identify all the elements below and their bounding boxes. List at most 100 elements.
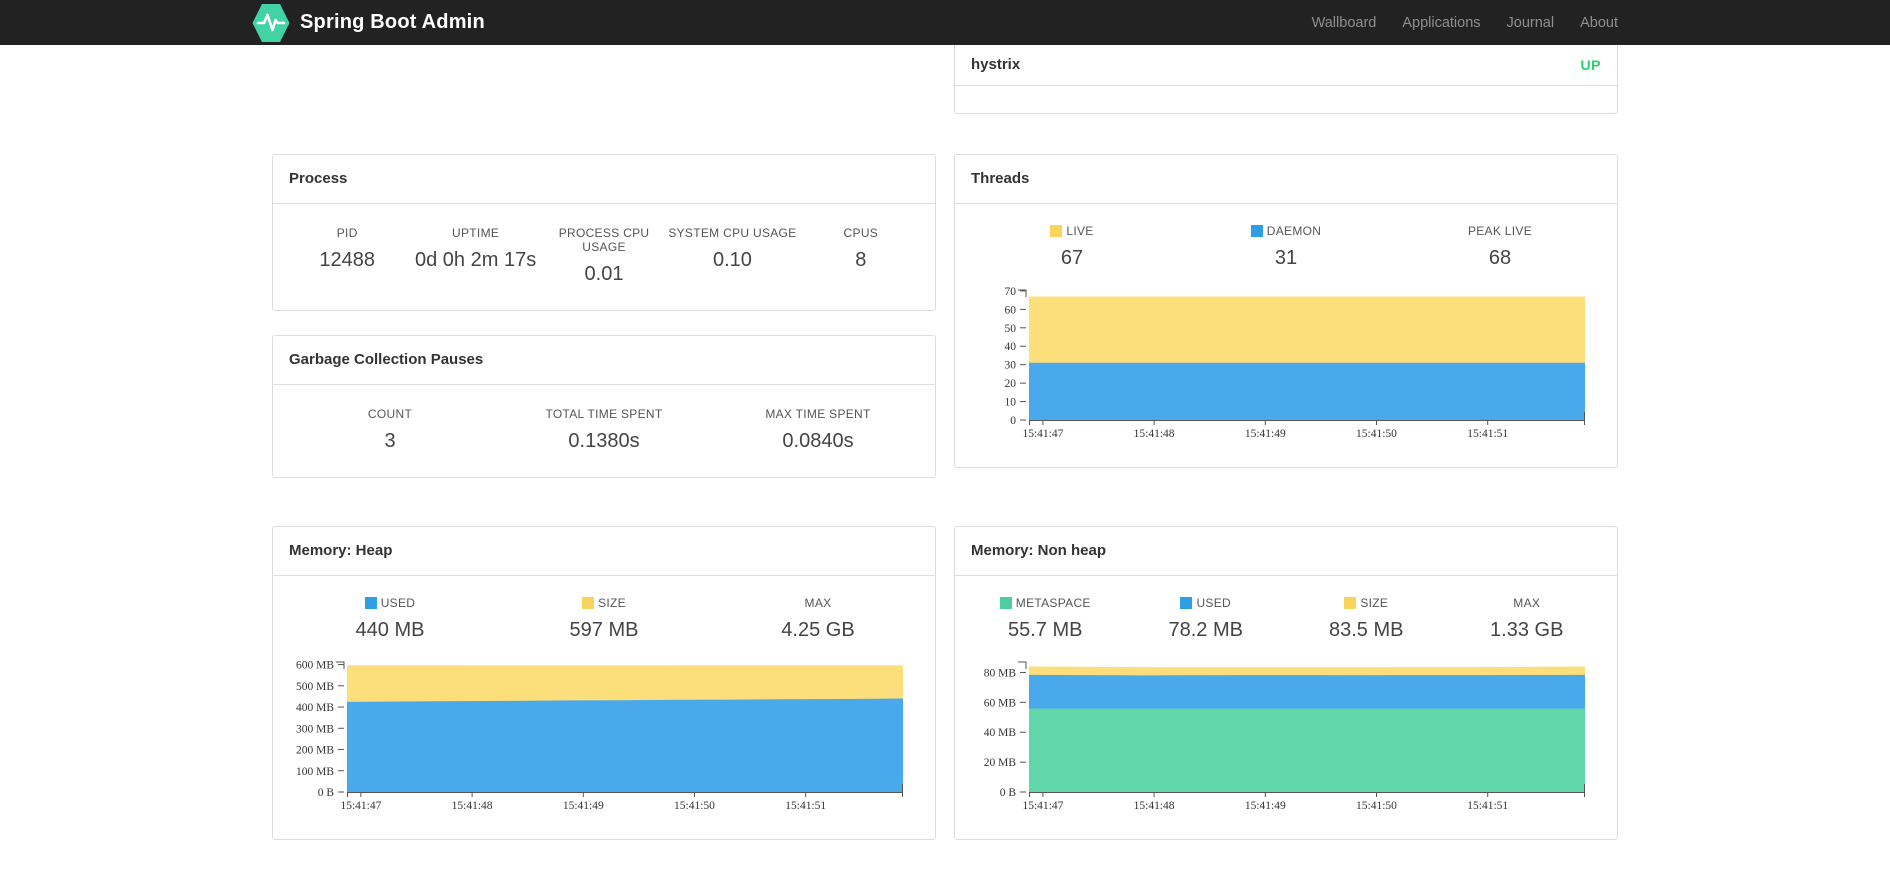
- stat-cpus: CPUS 8: [797, 226, 925, 286]
- svg-text:300 MB: 300 MB: [296, 723, 334, 735]
- gc-pauses-card: Garbage Collection Pauses COUNT 3 TOTAL …: [272, 335, 936, 478]
- memory-nonheap-chart: 15:41:47 15:41:48 15:41:49 15:41:50 15:41:51…: [984, 661, 1585, 812]
- threads-stats: LIVE 67 DAEMON 31 PEAK LIVE 68: [955, 204, 1617, 274]
- stat-metaspace-label: METASPACE: [965, 596, 1126, 610]
- heap-used-legend-swatch-icon: [364, 597, 377, 609]
- application-row-hystrix[interactable]: hystrix UP: [955, 45, 1617, 86]
- stat-gc-max-time-label: MAX TIME SPENT: [765, 407, 871, 421]
- applications-status-card: hystrix UP: [954, 45, 1618, 114]
- stat-system-cpu-label: SYSTEM CPU USAGE: [668, 226, 797, 240]
- navbar: Spring Boot Admin Wallboard Applications…: [0, 0, 1890, 45]
- page: Spring Boot Admin Wallboard Applications…: [0, 0, 1890, 892]
- stat-nonheap-max-text: MAX: [1513, 596, 1541, 610]
- svg-text:0 B: 0 B: [318, 787, 335, 799]
- nav-item-applications[interactable]: Applications: [1389, 15, 1493, 31]
- memory-heap-card: Memory: Heap USED 440 MB SIZE 597 MB MAX…: [272, 526, 936, 840]
- nav-item-journal[interactable]: Journal: [1494, 15, 1568, 31]
- stat-threads-peak-value: 68: [1488, 247, 1512, 269]
- svg-text:15:41:49: 15:41:49: [1245, 428, 1286, 440]
- brand[interactable]: Spring Boot Admin: [251, 3, 485, 43]
- nav-item-about[interactable]: About: [1567, 15, 1618, 31]
- stat-threads-live-value: 67: [1060, 247, 1084, 269]
- card-spacer: [955, 86, 1617, 113]
- stat-metaspace-text: METASPACE: [1015, 596, 1091, 610]
- stat-nonheap-max-label: MAX: [1447, 596, 1608, 610]
- stat-process-cpu: PROCESS CPU USAGE 0.01: [540, 226, 668, 286]
- stat-gc-max-time-value: 0.0840s: [782, 430, 854, 452]
- stat-threads-peak: PEAK LIVE 68: [1393, 224, 1607, 270]
- process-card-title: Process: [273, 155, 935, 204]
- stat-threads-live-label: LIVE: [965, 224, 1179, 238]
- process-card: Process PID 12488 UPTIME 0d 0h 2m 17s PR…: [272, 154, 936, 311]
- threads-chart: 15:41:47 15:41:48 15:41:49 15:41:50 15:41:51…: [1005, 286, 1585, 440]
- stat-heap-max-text: MAX: [804, 596, 832, 610]
- svg-text:15:41:51: 15:41:51: [1467, 800, 1508, 812]
- nav-links: Wallboard Applications Journal About: [1299, 15, 1618, 31]
- stat-gc-total-time-value: 0.1380s: [568, 430, 640, 452]
- stat-nonheap-size: SIZE 83.5 MB: [1286, 596, 1447, 642]
- stat-gc-count-value: 3: [384, 430, 396, 452]
- stat-heap-size-value: 597 MB: [569, 619, 639, 641]
- stat-heap-size-label: SIZE: [497, 596, 711, 610]
- svg-text:200 MB: 200 MB: [296, 745, 334, 757]
- stat-nonheap-size-label: SIZE: [1286, 596, 1447, 610]
- stat-process-cpu-label: PROCESS CPU USAGE: [558, 226, 650, 254]
- stat-gc-total-time: TOTAL TIME SPENT 0.1380s: [497, 407, 711, 453]
- memory-nonheap-card: Memory: Non heap METASPACE 55.7 MB USED …: [954, 526, 1618, 840]
- brand-title: Spring Boot Admin: [300, 11, 485, 33]
- stat-gc-count-label: COUNT: [367, 407, 413, 421]
- svg-text:60: 60: [1005, 304, 1017, 316]
- stat-threads-peak-label: PEAK LIVE: [1393, 224, 1607, 238]
- memory-heap-chart-wrap: 15:41:47 15:41:48 15:41:49 15:41:50 15:41:51…: [273, 646, 935, 839]
- svg-text:100 MB: 100 MB: [296, 766, 334, 778]
- svg-text:70: 70: [1005, 286, 1017, 298]
- gc-stats: COUNT 3 TOTAL TIME SPENT 0.1380s MAX TIM…: [273, 385, 935, 477]
- stat-heap-max-value: 4.25 GB: [781, 619, 855, 641]
- threads-chart-wrap: 15:41:47 15:41:48 15:41:49 15:41:50 15:41:51…: [955, 274, 1617, 467]
- nonheap-size-legend-swatch-icon: [1344, 597, 1357, 609]
- svg-text:15:41:50: 15:41:50: [1356, 428, 1397, 440]
- stat-process-cpu-value: 0.01: [584, 263, 624, 285]
- svg-text:15:41:48: 15:41:48: [452, 800, 493, 812]
- svg-text:20 MB: 20 MB: [984, 757, 1017, 769]
- svg-text:50: 50: [1005, 323, 1017, 335]
- stat-gc-max-time: MAX TIME SPENT 0.0840s: [711, 407, 925, 453]
- stat-metaspace-value: 55.7 MB: [1008, 619, 1083, 641]
- stat-heap-used-value: 440 MB: [355, 619, 425, 641]
- svg-text:10: 10: [1005, 397, 1017, 409]
- memory-heap-chart: 15:41:47 15:41:48 15:41:49 15:41:50 15:41:51…: [296, 660, 903, 812]
- stat-uptime-label: UPTIME: [452, 226, 500, 240]
- stat-system-cpu-value: 0.10: [712, 249, 752, 271]
- stat-pid: PID 12488: [283, 226, 411, 286]
- memory-heap-stats: USED 440 MB SIZE 597 MB MAX 4.25 GB: [273, 576, 935, 646]
- svg-text:600 MB: 600 MB: [296, 660, 334, 672]
- stat-gc-total-time-label: TOTAL TIME SPENT: [545, 407, 663, 421]
- stat-cpus-label: CPUS: [843, 226, 879, 240]
- nav-item-wallboard[interactable]: Wallboard: [1299, 15, 1390, 31]
- stat-pid-value: 12488: [319, 249, 376, 271]
- stat-threads-peak-text: PEAK LIVE: [1467, 224, 1533, 238]
- stat-uptime-value: 0d 0h 2m 17s: [415, 249, 537, 271]
- svg-text:15:41:50: 15:41:50: [674, 800, 715, 812]
- svg-text:15:41:50: 15:41:50: [1356, 800, 1397, 812]
- svg-text:20: 20: [1005, 378, 1017, 390]
- metaspace-legend-swatch-icon: [999, 597, 1012, 609]
- stat-threads-live-text: LIVE: [1066, 224, 1094, 238]
- svg-text:15:41:47: 15:41:47: [1022, 800, 1063, 812]
- threads-card-title: Threads: [955, 155, 1617, 204]
- stat-threads-daemon-label: DAEMON: [1179, 224, 1393, 238]
- svg-text:15:41:48: 15:41:48: [1134, 428, 1175, 440]
- stat-heap-max: MAX 4.25 GB: [711, 596, 925, 642]
- stat-cpus-value: 8: [855, 249, 867, 271]
- stat-threads-live: LIVE 67: [965, 224, 1179, 270]
- stat-nonheap-used-value: 78.2 MB: [1168, 619, 1243, 641]
- heap-size-legend-swatch-icon: [582, 597, 595, 609]
- svg-text:15:41:49: 15:41:49: [1245, 800, 1286, 812]
- daemon-legend-swatch-icon: [1250, 225, 1263, 237]
- svg-text:400 MB: 400 MB: [296, 702, 334, 714]
- spring-boot-admin-logo-icon: [252, 3, 290, 42]
- svg-text:500 MB: 500 MB: [296, 681, 334, 693]
- stat-heap-size-text: SIZE: [598, 596, 626, 610]
- stat-uptime: UPTIME 0d 0h 2m 17s: [411, 226, 539, 286]
- svg-text:30: 30: [1005, 360, 1017, 372]
